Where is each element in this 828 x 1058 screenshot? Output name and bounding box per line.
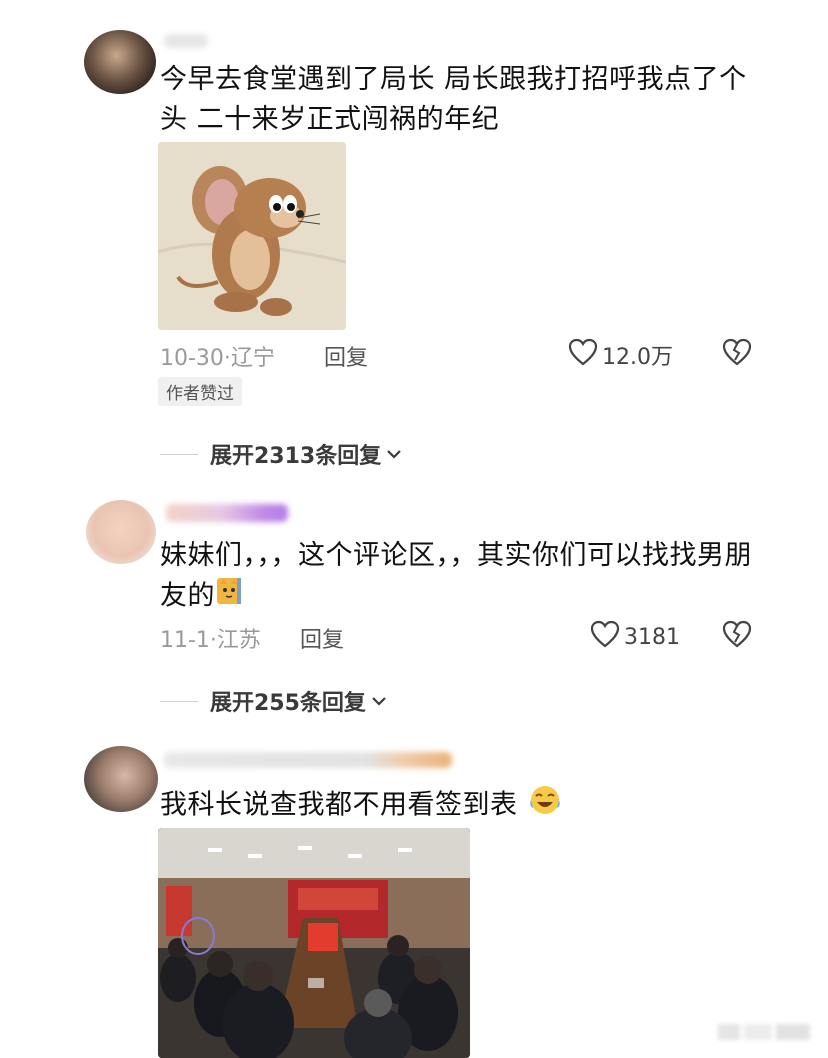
cat-emoji-icon	[215, 576, 243, 618]
broken-heart-icon	[722, 338, 752, 370]
comment-text: 今早去食堂遇到了局长 局长跟我打招呼我点了个头 二十来岁正式闯祸的年纪	[160, 64, 747, 135]
reply-button[interactable]: 回复	[300, 622, 344, 654]
like-button[interactable]: 12.0万	[568, 338, 673, 372]
like-count: 12.0万	[602, 345, 673, 370]
comment-date-location: 10-30·辽宁	[160, 346, 275, 371]
expand-replies-label: 展开255条回复	[210, 691, 366, 716]
like-count: 3181	[624, 624, 680, 650]
chevron-down-icon	[385, 442, 403, 467]
heart-icon	[590, 620, 620, 654]
comment-image-jerry-mouse[interactable]	[158, 142, 346, 330]
chevron-down-icon	[370, 689, 388, 714]
commenter-name[interactable]	[166, 504, 288, 522]
heart-icon	[568, 338, 598, 372]
commenter-name[interactable]	[164, 34, 208, 48]
comment-text-body: 妹妹们，，，这个评论区，，其实你们可以找找男朋友的	[160, 540, 752, 612]
comment-image-meeting-room[interactable]	[158, 828, 470, 1058]
divider-line	[160, 453, 198, 455]
comment-text-body: 我科长说查我都不用看签到表	[160, 789, 518, 821]
reply-button[interactable]: 回复	[324, 340, 368, 372]
laugh-cry-emoji-icon	[527, 784, 563, 828]
broken-heart-icon	[722, 620, 752, 652]
expand-replies-button[interactable]: 展开255条回复	[160, 685, 388, 717]
expand-replies-button[interactable]: 展开2313条回复	[160, 438, 403, 470]
comment-text: 我科长说查我都不用看签到表	[160, 784, 760, 828]
watermark	[718, 1020, 814, 1044]
commenter-name[interactable]	[164, 752, 452, 768]
commenter-avatar[interactable]	[84, 746, 158, 812]
dislike-button[interactable]	[722, 620, 752, 652]
commenter-avatar[interactable]	[84, 30, 156, 94]
commenter-avatar[interactable]	[86, 500, 156, 564]
dislike-button[interactable]	[722, 338, 752, 370]
author-liked-badge: 作者赞过	[158, 377, 242, 406]
like-button[interactable]: 3181	[590, 620, 680, 654]
divider-line	[160, 700, 198, 702]
comment-text: 妹妹们，，，这个评论区，，其实你们可以找找男朋友的	[160, 536, 760, 618]
expand-replies-label: 展开2313条回复	[210, 444, 382, 469]
comment-date-location: 11-1·江苏	[160, 628, 261, 653]
